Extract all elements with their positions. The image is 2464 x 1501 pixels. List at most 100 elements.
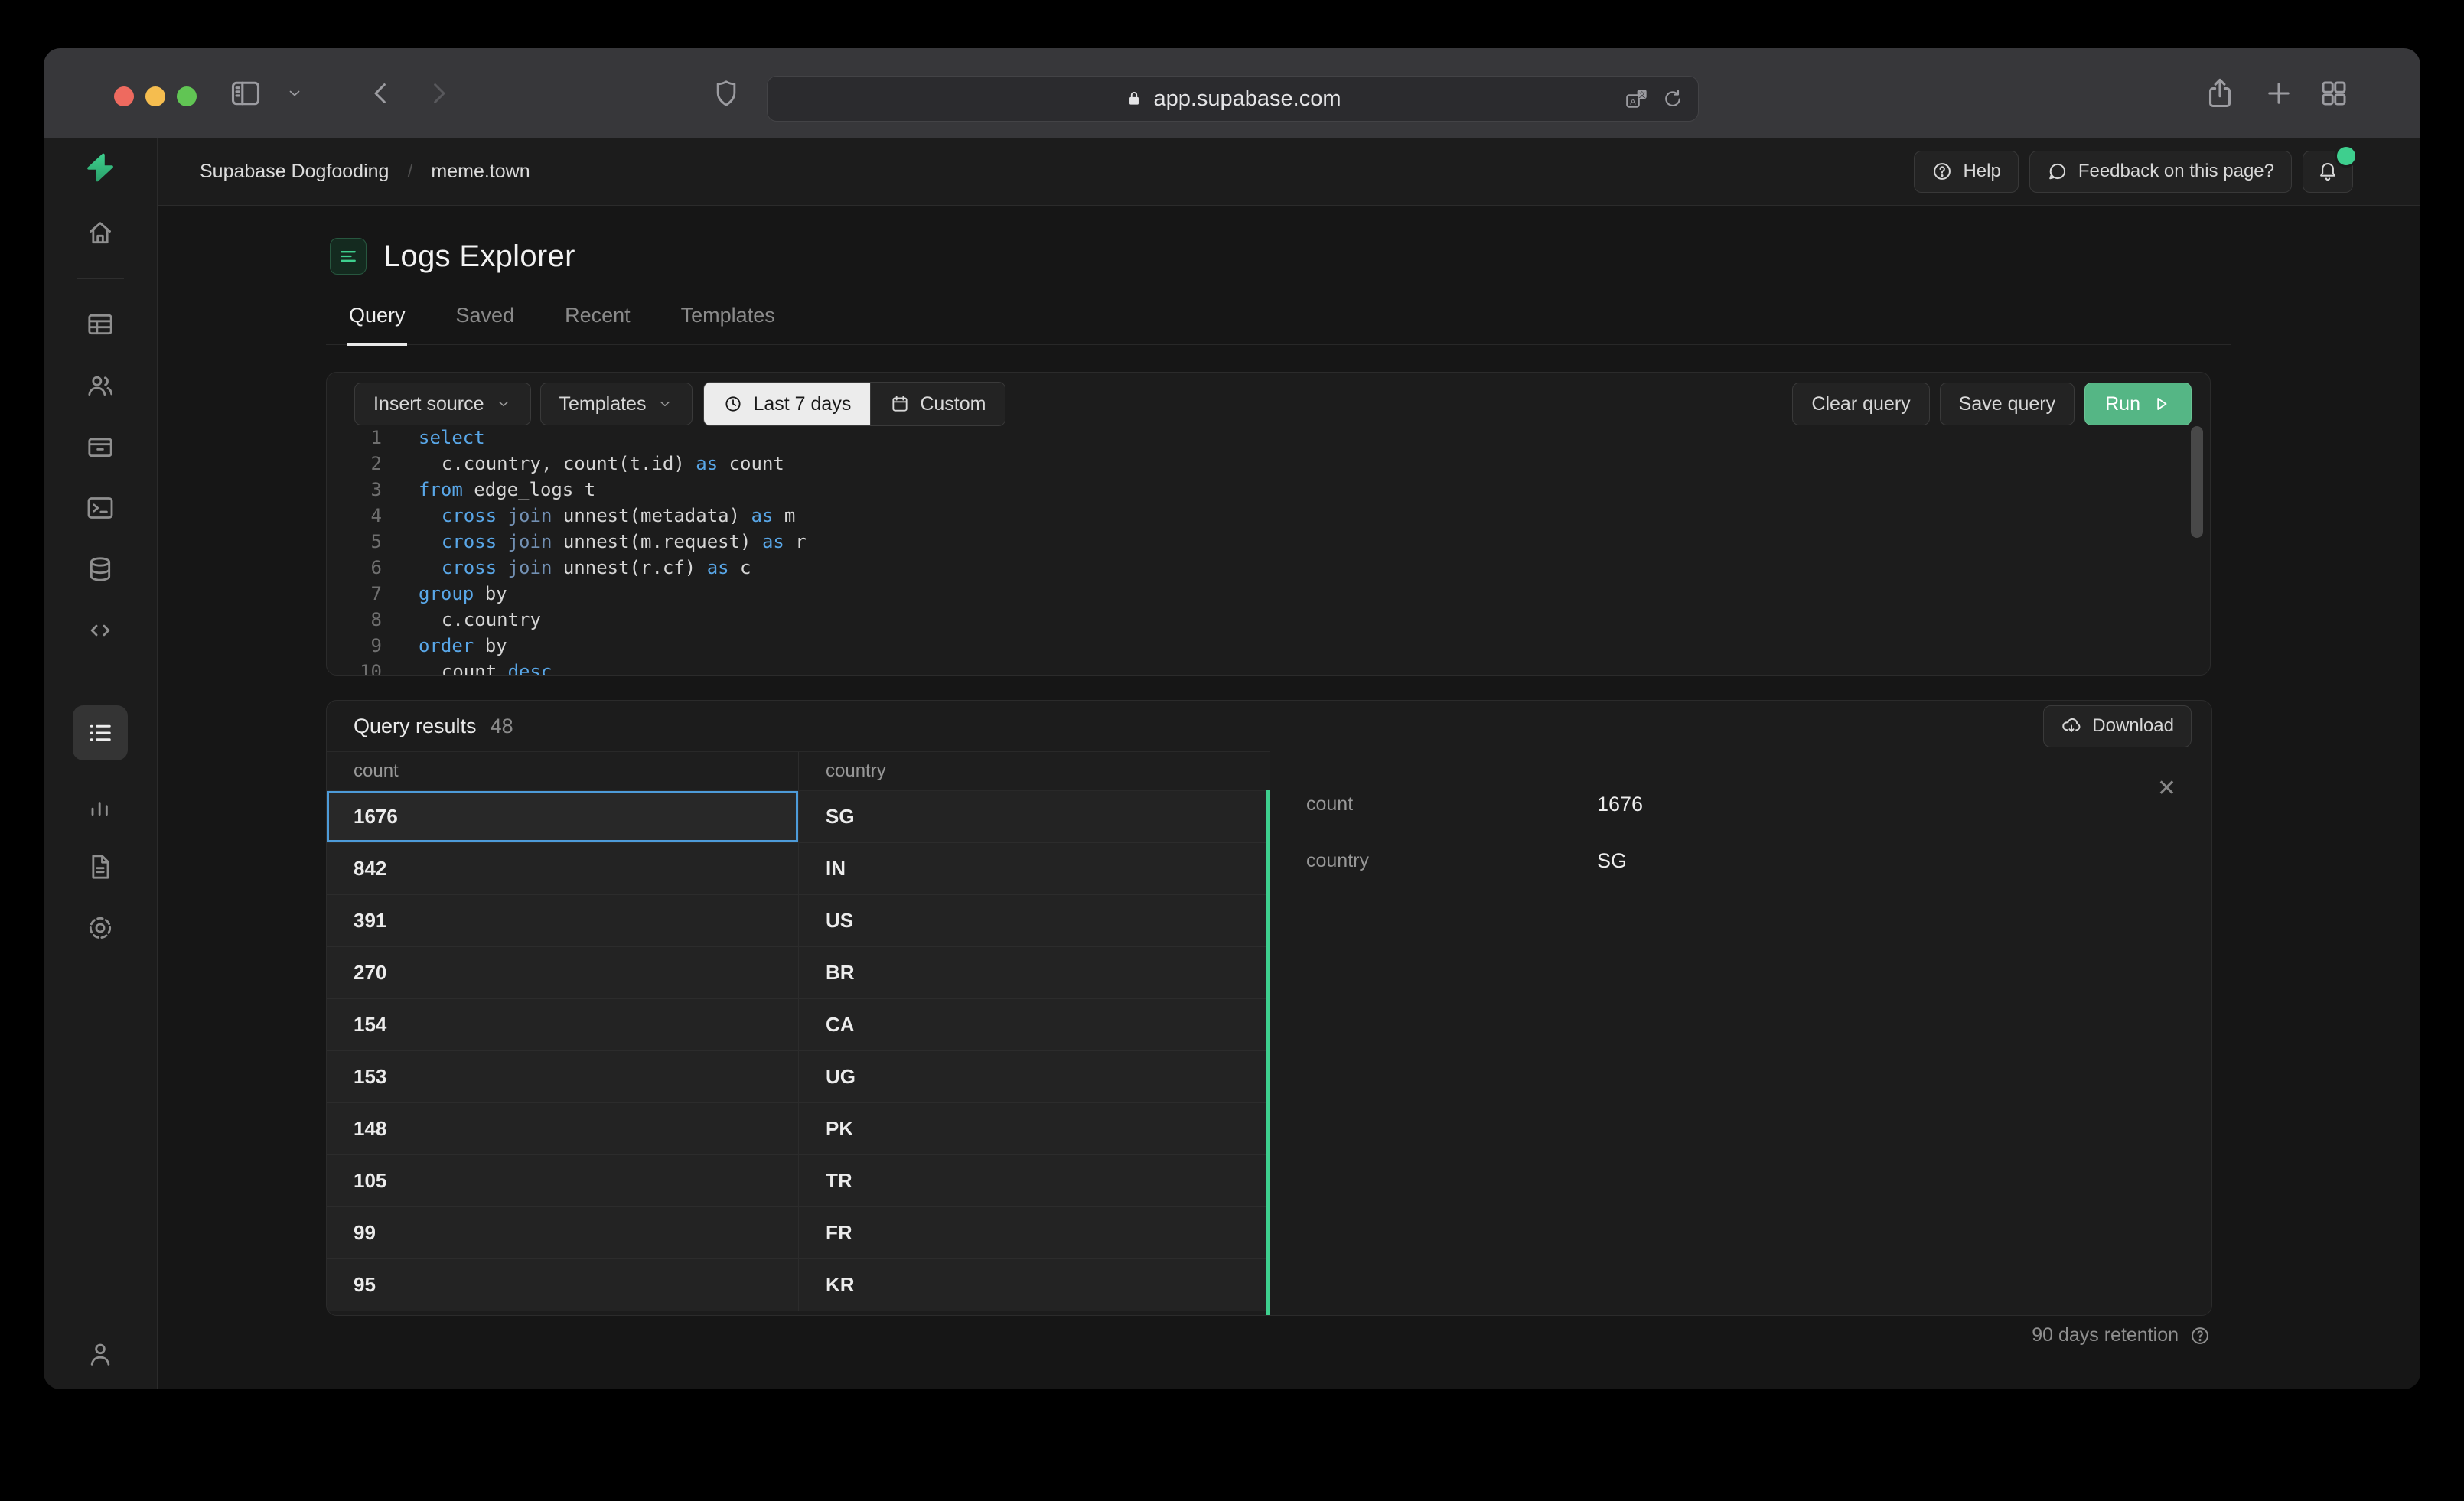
help-button[interactable]: Help — [1914, 150, 2019, 193]
cell-count[interactable]: 148 — [327, 1103, 799, 1154]
code-line[interactable]: 9 order by — [327, 633, 2210, 659]
translate-icon[interactable]: A 文 — [1625, 86, 1649, 111]
cell-country[interactable]: FR — [799, 1207, 1270, 1258]
zoom-window-button[interactable] — [177, 86, 197, 106]
table-row[interactable]: 153 UG — [327, 1051, 1270, 1103]
new-tab-icon[interactable] — [2263, 48, 2295, 138]
sidebar-item-logs[interactable] — [73, 705, 128, 760]
reload-icon[interactable] — [1661, 87, 1684, 110]
code-line[interactable]: 5 cross join unnest(m.request) as r — [327, 529, 2210, 555]
cell-count[interactable]: 99 — [327, 1207, 799, 1258]
cell-country[interactable]: IN — [799, 843, 1270, 894]
close-icon[interactable]: ✕ — [2157, 777, 2176, 800]
sidebar-item-home[interactable] — [84, 217, 116, 249]
cell-count[interactable]: 842 — [327, 843, 799, 894]
table-row[interactable]: 391 US — [327, 895, 1270, 947]
sidebar-item-api-docs[interactable] — [84, 614, 116, 646]
supabase-logo-icon[interactable] — [84, 151, 116, 184]
notification-badge — [2335, 144, 2358, 168]
cell-country[interactable]: CA — [799, 999, 1270, 1050]
tab-query[interactable]: Query — [347, 291, 407, 346]
breadcrumb-project[interactable]: Supabase Dogfooding — [200, 161, 389, 183]
sidebar-item-database[interactable] — [84, 553, 116, 585]
breadcrumb-page[interactable]: meme.town — [431, 161, 530, 183]
url-text[interactable]: app.supabase.com — [1153, 86, 1341, 112]
minimize-window-button[interactable] — [145, 86, 165, 106]
share-icon[interactable] — [2203, 48, 2237, 138]
cell-country[interactable]: TR — [799, 1155, 1270, 1206]
column-header-country[interactable]: country — [799, 752, 1270, 790]
cell-count[interactable]: 95 — [327, 1259, 799, 1311]
cell-count[interactable]: 153 — [327, 1051, 799, 1102]
svg-text:A: A — [1630, 97, 1636, 106]
table-row[interactable]: 270 BR — [327, 947, 1270, 999]
address-bar[interactable]: app.supabase.com A 文 — [767, 76, 1699, 122]
sidebar-item-reports[interactable] — [84, 790, 116, 822]
code-line[interactable]: 1 select — [327, 425, 2210, 451]
tab-recent[interactable]: Recent — [563, 291, 632, 344]
forward-icon[interactable] — [422, 48, 455, 138]
sidebar-item-sql-editor[interactable] — [84, 492, 116, 524]
sidebar-item-table-editor[interactable] — [84, 308, 116, 340]
line-number: 9 — [370, 635, 382, 656]
account-icon[interactable] — [85, 1339, 116, 1369]
editor-scrollbar[interactable] — [2191, 426, 2203, 538]
insert-source-button[interactable]: Insert source — [354, 383, 531, 425]
logs-explorer-icon — [330, 238, 367, 275]
code-line[interactable]: 7 group by — [327, 581, 2210, 607]
code-line[interactable]: 8 c.country — [327, 607, 2210, 633]
cell-count[interactable]: 105 — [327, 1155, 799, 1206]
cell-country[interactable]: UG — [799, 1051, 1270, 1102]
run-button[interactable]: Run — [2084, 383, 2192, 425]
templates-button[interactable]: Templates — [539, 383, 693, 425]
app-header: Supabase Dogfooding / meme.town Help Fee… — [158, 138, 2420, 206]
code-line[interactable]: 4 cross join unnest(metadata) as m — [327, 503, 2210, 529]
clear-query-button[interactable]: Clear query — [1792, 383, 1930, 425]
question-circle-icon[interactable] — [2189, 1325, 2211, 1346]
cell-country[interactable]: BR — [799, 947, 1270, 998]
close-window-button[interactable] — [114, 86, 134, 106]
sidebar-item-storage[interactable] — [84, 431, 116, 463]
chevron-down-icon[interactable] — [285, 48, 304, 138]
table-row[interactable]: 95 KR — [327, 1259, 1270, 1311]
cell-count[interactable]: 270 — [327, 947, 799, 998]
code-line[interactable]: 2 c.country, count(t.id) as count — [327, 451, 2210, 477]
save-query-button[interactable]: Save query — [1939, 383, 2075, 425]
tab-saved[interactable]: Saved — [455, 291, 517, 344]
tab-templates[interactable]: Templates — [680, 291, 777, 344]
back-icon[interactable] — [365, 48, 397, 138]
cell-country[interactable]: PK — [799, 1103, 1270, 1154]
column-header-count[interactable]: count — [327, 752, 799, 790]
table-row[interactable]: 99 FR — [327, 1207, 1270, 1259]
sql-editor[interactable]: 1 select 2 c.country, count(t.id) as count… — [327, 425, 2210, 675]
table-row[interactable]: 1676 SG — [327, 791, 1270, 843]
breadcrumb-separator: / — [407, 160, 413, 182]
sidebar-item-settings[interactable] — [84, 912, 116, 944]
cell-country[interactable]: US — [799, 895, 1270, 946]
download-button[interactable]: Download — [2043, 705, 2192, 747]
table-row[interactable]: 154 CA — [327, 999, 1270, 1051]
sidebar-toggle-icon[interactable] — [229, 48, 262, 138]
table-row[interactable]: 842 IN — [327, 843, 1270, 895]
row-detail-panel: ✕ count 1676 country SG — [1270, 751, 2211, 1315]
notifications-button[interactable] — [2303, 144, 2358, 193]
code-line[interactable]: 3 from edge_logs t — [327, 477, 2210, 503]
cell-country[interactable]: KR — [799, 1259, 1270, 1311]
custom-range-button[interactable]: Custom — [870, 383, 1005, 425]
line-number: 7 — [370, 583, 382, 604]
last-7-days-button[interactable]: Last 7 days — [704, 383, 871, 425]
tab-overview-icon[interactable] — [2318, 48, 2350, 138]
cell-count[interactable]: 1676 — [327, 791, 799, 842]
cell-count[interactable]: 391 — [327, 895, 799, 946]
cell-country[interactable]: SG — [799, 791, 1270, 842]
code-line[interactable]: 10 count desc — [327, 659, 2210, 675]
date-range-segmented-control: Last 7 days Custom — [703, 382, 1006, 426]
privacy-shield-icon[interactable] — [711, 48, 741, 138]
cell-count[interactable]: 154 — [327, 999, 799, 1050]
table-row[interactable]: 148 PK — [327, 1103, 1270, 1155]
table-row[interactable]: 105 TR — [327, 1155, 1270, 1207]
code-line[interactable]: 6 cross join unnest(r.cf) as c — [327, 555, 2210, 581]
feedback-button[interactable]: Feedback on this page? — [2029, 150, 2292, 193]
sidebar-item-authentication[interactable] — [84, 370, 116, 402]
sidebar-item-docs[interactable] — [84, 851, 116, 883]
